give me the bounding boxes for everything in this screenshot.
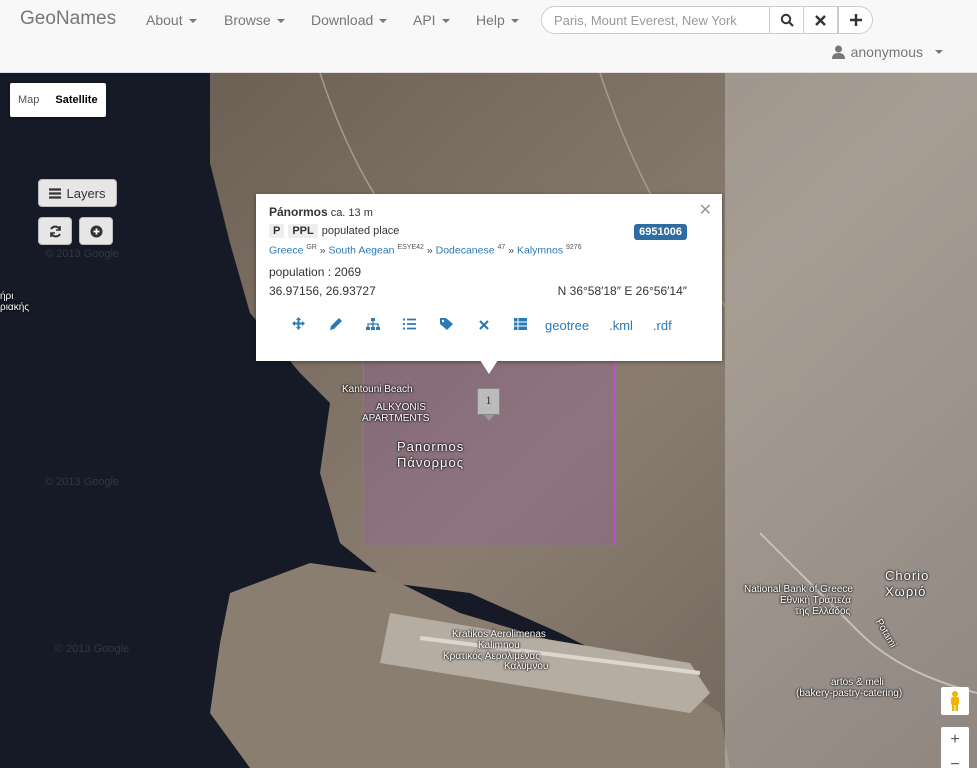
map-label-edge-1: ήρι <box>0 291 14 302</box>
map-label-panormos: Panormos <box>397 439 465 454</box>
geonameid-badge[interactable]: 6951006 <box>634 224 687 240</box>
rdf-link[interactable]: .rdf <box>653 318 672 333</box>
breadcrumb-region-link[interactable]: South Aegean <box>329 245 395 257</box>
map-label-alkyonis: ALKYONIS <box>376 402 427 413</box>
map-label-chorio: Chorio <box>885 568 930 583</box>
map-label-bakery: artos & meli <box>831 677 884 688</box>
refresh-icon <box>49 225 61 237</box>
kml-link[interactable]: .kml <box>609 318 633 333</box>
caret-down-icon <box>510 19 519 24</box>
map-type-satellite-button[interactable]: Satellite <box>47 94 105 106</box>
map-label-airport-2: Kalimnou <box>478 640 520 651</box>
layers-button[interactable]: Layers <box>38 179 117 207</box>
map-watermark: © 2013 Google <box>55 643 130 655</box>
delete-icon[interactable] <box>465 318 502 333</box>
menu-download[interactable]: Download <box>311 12 388 28</box>
map-label-kantouni: Kantouni Beach <box>342 384 413 395</box>
search-button[interactable] <box>769 6 804 34</box>
breadcrumb-municipality-link[interactable]: Kalymnos <box>517 245 563 257</box>
menu-download-label: Download <box>311 12 374 28</box>
menu-browse-label: Browse <box>224 12 271 28</box>
menu-help-label: Help <box>476 12 505 28</box>
caret-down-icon <box>935 50 943 54</box>
map-label-bank: National Bank of Greece <box>744 584 853 595</box>
move-icon[interactable] <box>280 317 317 333</box>
feature-description: populated place <box>321 225 400 237</box>
add-layer-button[interactable] <box>79 217 113 245</box>
caret-down-icon <box>276 19 285 24</box>
zoom-control: + − <box>941 727 969 768</box>
menu-help[interactable]: Help <box>476 12 519 28</box>
place-title: Pánormos ca. 13 m <box>269 205 373 219</box>
caret-down-icon <box>441 19 450 24</box>
map-label-bakery-2: (bakery-pastry-catering) <box>796 688 903 699</box>
decimal-coordinates: 36.97156, 26.93727 <box>269 284 376 298</box>
menu-about[interactable]: About <box>146 12 197 28</box>
breadcrumb-code: 9276 <box>566 244 582 251</box>
search-icon <box>780 13 794 27</box>
breadcrumb-code: ESYE42 <box>397 244 424 251</box>
breadcrumb-prefecture-link[interactable]: Dodecanese <box>436 245 495 257</box>
layers-label: Layers <box>66 185 106 201</box>
geotree-link[interactable]: geotree <box>545 318 589 333</box>
map-type-control: Map Satellite <box>10 83 106 117</box>
brand-logo[interactable]: GeoNames <box>20 8 116 30</box>
menu-api[interactable]: API <box>413 12 450 28</box>
user-icon <box>831 45 845 59</box>
clear-icon <box>815 14 826 26</box>
feature-row: P PPL populated place <box>269 224 399 238</box>
map-label-edge-2: ριακής <box>0 302 30 313</box>
caret-down-icon <box>188 19 197 24</box>
hierarchy-icon[interactable] <box>354 317 391 333</box>
map-label-chorio-gr: Χωριό <box>885 584 927 599</box>
breadcrumb-code: GR <box>306 244 317 251</box>
edit-icon[interactable] <box>317 317 354 333</box>
search-input[interactable] <box>541 6 770 34</box>
add-icon <box>849 14 862 26</box>
tag-icon[interactable] <box>428 317 465 333</box>
map-label-panormos-gr: Πάνορμος <box>397 455 465 470</box>
menu-browse[interactable]: Browse <box>224 12 285 28</box>
ordered-list-icon[interactable] <box>391 318 428 333</box>
street-view-pegman-icon[interactable] <box>941 687 969 715</box>
place-info-popup: ✕ Pánormos ca. 13 m P PPL populated place… <box>256 194 722 361</box>
user-menu[interactable]: anonymous <box>831 44 943 60</box>
map-type-map-button[interactable]: Map <box>10 94 47 106</box>
map-label-bank-gr2: της Ελλάδος <box>795 606 851 617</box>
breadcrumb-code: 47 <box>497 244 506 251</box>
refresh-button[interactable] <box>38 217 72 245</box>
place-elevation: ca. 13 m <box>330 207 373 219</box>
map-label-bank-gr1: Εθνική Τράπεζα <box>780 595 852 606</box>
user-name: anonymous <box>850 44 923 60</box>
popup-toolbar: geotree .kml .rdf <box>280 317 686 333</box>
caret-down-icon <box>379 19 388 24</box>
place-name: Pánormos <box>269 205 328 219</box>
close-icon[interactable]: ✕ <box>699 200 712 220</box>
population-text: population : 2069 <box>269 265 362 279</box>
zoom-out-icon[interactable]: − <box>950 756 959 768</box>
map-watermark: © 2013 Google <box>45 476 120 488</box>
dms-coordinates: N 36°58′18″ E 26°56′14″ <box>557 284 687 298</box>
popup-pointer <box>480 360 498 374</box>
zoom-in-icon[interactable]: + <box>950 731 959 749</box>
menu-about-label: About <box>146 12 183 28</box>
breadcrumb-country-link[interactable]: Greece <box>269 245 303 257</box>
map-watermark: © 2013 Google <box>45 248 120 260</box>
search-group <box>541 6 875 34</box>
plus-circle-icon <box>90 225 102 237</box>
menu-api-label: API <box>413 12 436 28</box>
clear-search-button[interactable] <box>803 6 838 34</box>
navbar: GeoNames About Browse Download API Help … <box>0 0 977 73</box>
table-icon[interactable] <box>502 317 539 333</box>
feature-code-badge: PPL <box>288 224 318 238</box>
feature-class-badge: P <box>269 224 285 238</box>
breadcrumb: Greece GR » South Aegean ESYE42 » Dodeca… <box>269 244 582 257</box>
add-button[interactable] <box>838 6 873 34</box>
satellite-map[interactable]: © 2013 Google © 2013 Google © 2013 Googl… <box>0 73 977 768</box>
map-label-apartments: APARTMENTS <box>362 413 430 424</box>
list-icon <box>49 187 62 199</box>
map-label-airport: Kratikos Aerolimenas <box>452 629 546 640</box>
place-marker[interactable]: 1 <box>477 388 500 421</box>
map-label-airport-gr-2: Καλύμνου <box>504 661 549 672</box>
